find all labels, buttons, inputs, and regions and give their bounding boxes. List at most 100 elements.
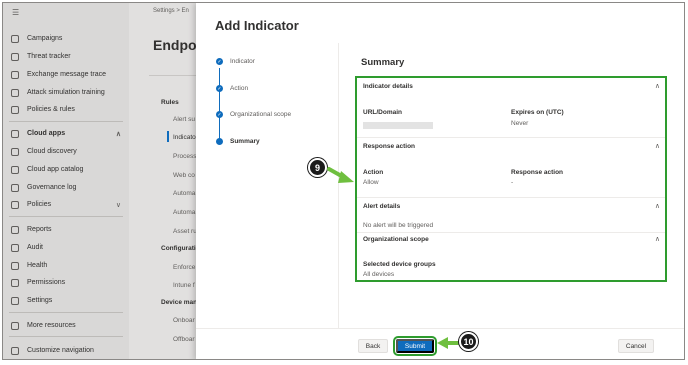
tracker-icon [11,52,19,61]
chevron-up-icon: ∧ [115,130,121,138]
discovery-icon [11,147,19,156]
info-icon [11,321,19,330]
settings-icon [11,296,19,305]
response-action-label: Response action [511,169,564,176]
step-callout-9: 9 [308,158,327,177]
nav-item-cloud-discovery[interactable]: Cloud discovery [3,143,129,160]
summary-pane: Summary Indicator details ∧ URL/Domain E… [339,43,684,328]
section-configuration: Configuratio [161,245,200,252]
expires-value: Never [511,120,529,127]
policy-icon [11,200,19,209]
summary-title: Summary [361,57,405,68]
response-action-value: - [511,179,514,186]
nav-item-audit[interactable]: Audit [3,239,129,256]
nav-item-threat-tracker[interactable]: Threat tracker [3,48,129,65]
breadcrumb[interactable]: Settings > En [153,8,189,14]
wizard-steps: ✓ Indicator ✓ Action ✓ Organizational scope… [196,43,339,328]
menu-icon[interactable]: ☰ [12,8,19,17]
settings-item-intune[interactable]: Intune f [173,282,195,289]
callout-arrow-icon [437,337,462,349]
section-rules: Rules [161,99,179,106]
divider [357,137,665,138]
callout-arrow-icon [327,167,354,183]
nav-divider [9,312,123,313]
settings-item-enforcement[interactable]: Enforce [173,264,195,271]
check-icon: ✓ [216,58,223,65]
settings-item-automation-1[interactable]: Automa [173,190,195,197]
nav-item-settings[interactable]: Settings [3,292,129,309]
settings-item-offboarding[interactable]: Offboar [173,336,195,343]
cloud-icon [11,129,19,138]
settings-item-process-memory[interactable]: Process [173,153,196,160]
action-value: Allow [363,179,379,186]
health-icon [11,261,19,270]
indicator-details-header[interactable]: Indicator details [363,83,413,90]
settings-item-asset-rules[interactable]: Asset ru [173,228,197,235]
alert-details-value: No alert will be triggered [363,222,434,229]
nav-item-governance-log[interactable]: Governance log [3,179,129,196]
alert-details-header[interactable]: Alert details [363,203,400,210]
nav-item-customize-navigation[interactable]: Customize navigation [3,342,129,359]
submit-button[interactable]: Submit [393,336,437,356]
exchange-icon [11,70,19,79]
step-summary[interactable]: Summary [216,138,260,145]
app-window: ☰ Campaigns Threat tracker Exchange mess… [2,2,685,360]
device-groups-value: All devices [363,271,395,278]
nav-divider [9,121,123,122]
catalog-icon [11,165,19,174]
section-device-management: Device man [161,299,198,306]
org-scope-header[interactable]: Organizational scope [363,236,429,243]
divider [357,197,665,198]
settings-item-indicators[interactable]: Indicato [173,134,196,141]
step-callout-10: 10 [459,332,478,351]
chevron-up-icon[interactable]: ∧ [655,142,660,150]
permissions-icon [11,278,19,287]
nav-item-cloud-apps[interactable]: Cloud apps ∧ [3,125,129,142]
device-groups-label: Selected device groups [363,261,436,268]
chevron-up-icon[interactable]: ∧ [655,202,660,210]
add-indicator-panel: Add Indicator ✓ Indicator ✓ Action ✓ Organi… [196,3,684,359]
nav-item-health[interactable]: Health [3,257,129,274]
chevron-up-icon[interactable]: ∧ [655,82,660,90]
nav-item-policies[interactable]: Policies ∨ [3,196,129,213]
page-title: Endpoi [153,37,201,53]
reports-icon [11,225,19,234]
settings-item-alert-suppression[interactable]: Alert su [173,116,195,123]
settings-item-automation-2[interactable]: Automa [173,209,195,216]
response-action-header[interactable]: Response action [363,143,415,150]
cancel-button[interactable]: Cancel [618,339,654,353]
expires-label: Expires on (UTC) [511,109,564,116]
nav-item-exchange-message-trace[interactable]: Exchange message trace [3,66,129,83]
step-indicator[interactable]: ✓ Indicator [216,58,255,65]
nav-item-more-resources[interactable]: More resources [3,317,129,334]
settings-item-onboarding[interactable]: Onboar [173,317,195,324]
back-button[interactable]: Back [358,339,388,353]
check-icon: ✓ [216,85,223,92]
check-icon: ✓ [216,111,223,118]
nav-divider [9,336,123,337]
step-connector [219,68,220,141]
settings-item-web-content[interactable]: Web co [173,172,195,179]
audit-icon [11,243,19,252]
nav-item-campaigns[interactable]: Campaigns [3,30,129,47]
nav-item-attack-simulation[interactable]: Attack simulation training [3,84,129,101]
policies-icon [11,105,19,114]
step-organizational-scope[interactable]: ✓ Organizational scope [216,111,291,118]
action-label: Action [363,169,384,176]
current-step-icon [216,138,223,145]
nav-item-permissions[interactable]: Permissions [3,274,129,291]
active-indicator [167,131,169,142]
url-domain-label: URL/Domain [363,109,402,116]
nav-item-reports[interactable]: Reports [3,221,129,238]
nav-divider [9,216,123,217]
step-action[interactable]: ✓ Action [216,85,248,92]
left-navigation: ☰ Campaigns Threat tracker Exchange mess… [3,3,129,359]
chevron-up-icon[interactable]: ∧ [655,235,660,243]
redacted-url-value [363,122,433,129]
log-icon [11,183,19,192]
chevron-down-icon: ∨ [115,201,121,209]
nav-item-policies-rules[interactable]: Policies & rules [3,101,129,118]
edit-icon [11,346,19,355]
summary-details-box: Indicator details ∧ URL/Domain Expires o… [355,76,667,282]
nav-item-cloud-app-catalog[interactable]: Cloud app catalog [3,161,129,178]
